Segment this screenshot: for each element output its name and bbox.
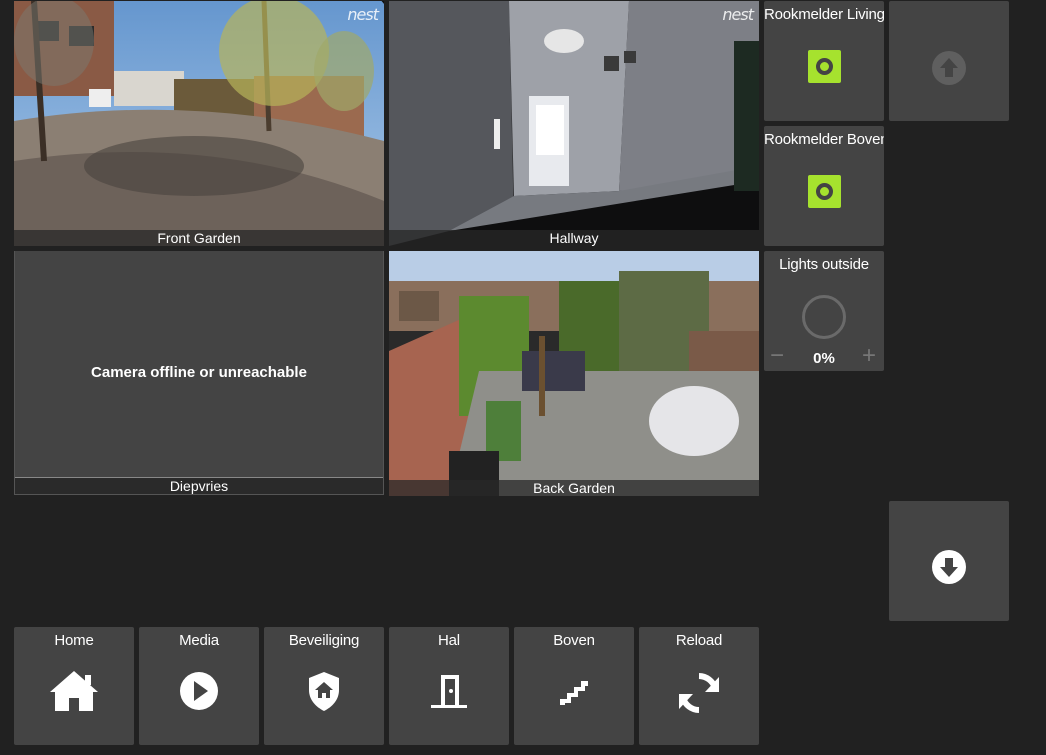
front-garden-snapshot <box>14 1 384 246</box>
dimmer-ring-icon[interactable] <box>802 295 846 339</box>
camera-back-garden[interactable]: Back Garden <box>389 251 759 496</box>
tile-title: Beveiliging <box>288 632 360 649</box>
back-garden-snapshot <box>389 251 759 496</box>
nav-media-button[interactable]: Media <box>139 627 259 745</box>
nav-hal-button[interactable]: Hal <box>389 627 509 745</box>
page-up-button[interactable] <box>889 1 1009 121</box>
refresh-icon <box>679 673 719 713</box>
nav-home-button[interactable]: Home <box>14 627 134 745</box>
dimmer-increase-button[interactable]: + <box>862 344 876 368</box>
page-down-button[interactable] <box>889 501 1009 621</box>
camera-label: Diepvries <box>15 477 383 494</box>
camera-label: Front Garden <box>14 230 384 246</box>
camera-offline-message: Camera offline or unreachable <box>91 364 307 381</box>
smoke-detector-boven-tile[interactable]: Rookmelder Boven <box>764 126 884 246</box>
camera-diepvries[interactable]: Camera offline or unreachable Diepvries <box>14 251 384 495</box>
status-indicator-icon <box>807 175 841 208</box>
nav-boven-button[interactable]: Boven <box>514 627 634 745</box>
nav-reload-button[interactable]: Reload <box>639 627 759 745</box>
tile-title: Rookmelder Boven <box>764 131 884 148</box>
arrow-up-circle-icon <box>932 51 966 85</box>
tile-title: Media <box>179 632 219 649</box>
tile-title: Reload <box>675 632 723 649</box>
stairs-icon <box>560 681 588 705</box>
play-circle-icon <box>180 672 218 710</box>
tile-title: Hal <box>438 632 460 649</box>
nest-logo: nest <box>347 5 379 24</box>
home-icon <box>50 671 98 711</box>
tile-title: Home <box>54 632 94 649</box>
nest-logo: nest <box>722 5 754 24</box>
hallway-snapshot <box>389 1 759 246</box>
shield-home-icon <box>309 672 339 711</box>
lights-outside-dimmer-tile[interactable]: Lights outside − 0% + <box>764 251 884 371</box>
tile-title: Rookmelder Living <box>764 6 884 23</box>
camera-label: Hallway <box>389 230 759 246</box>
camera-hallway[interactable]: nest Hallway <box>389 1 759 246</box>
camera-front-garden[interactable]: nest Front Garden <box>14 1 384 246</box>
nav-beveiliging-button[interactable]: Beveiliging <box>264 627 384 745</box>
tile-title: Lights outside <box>779 256 869 273</box>
arrow-down-circle-icon <box>932 550 966 584</box>
camera-label: Back Garden <box>389 480 759 496</box>
smoke-detector-living-tile[interactable]: Rookmelder Living <box>764 1 884 121</box>
tile-title: Boven <box>553 632 595 649</box>
status-indicator-icon <box>807 50 841 83</box>
door-icon <box>431 675 467 708</box>
